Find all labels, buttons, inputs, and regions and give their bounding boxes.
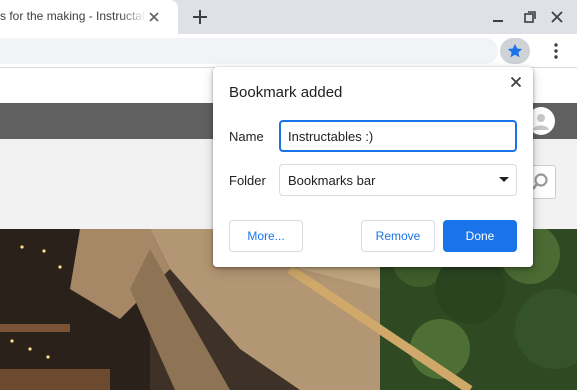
- bookmark-star-button[interactable]: [500, 38, 530, 64]
- folder-select[interactable]: Bookmarks bar: [279, 164, 517, 196]
- tab-strip: s for the making - Instructables: [0, 0, 577, 34]
- close-icon[interactable]: [146, 9, 162, 25]
- done-button[interactable]: Done: [443, 220, 517, 252]
- dialog-title: Bookmark added: [229, 84, 343, 101]
- remove-button[interactable]: Remove: [361, 220, 435, 252]
- more-button[interactable]: More...: [229, 220, 303, 252]
- search-icon: [531, 173, 548, 190]
- bookmark-added-dialog: Bookmark added Name Folder Bookmarks bar…: [213, 67, 533, 267]
- tab-title-fade: [120, 6, 146, 28]
- restore-icon[interactable]: [522, 9, 538, 25]
- folder-label: Folder: [229, 173, 266, 188]
- close-icon[interactable]: [508, 74, 524, 90]
- bookmark-name-input[interactable]: [279, 120, 517, 152]
- plus-icon[interactable]: [190, 7, 210, 27]
- avatar-icon: [533, 114, 549, 130]
- minimize-icon[interactable]: [490, 9, 506, 25]
- address-bar[interactable]: [0, 38, 498, 64]
- more-vert-icon[interactable]: [548, 42, 564, 60]
- window-close-icon[interactable]: [549, 9, 565, 25]
- folder-selected-value: Bookmarks bar: [288, 173, 376, 188]
- dropdown-caret-icon: [499, 177, 509, 182]
- star-icon: [507, 43, 523, 58]
- name-label: Name: [229, 129, 264, 144]
- active-tab[interactable]: s for the making - Instructables: [0, 0, 178, 34]
